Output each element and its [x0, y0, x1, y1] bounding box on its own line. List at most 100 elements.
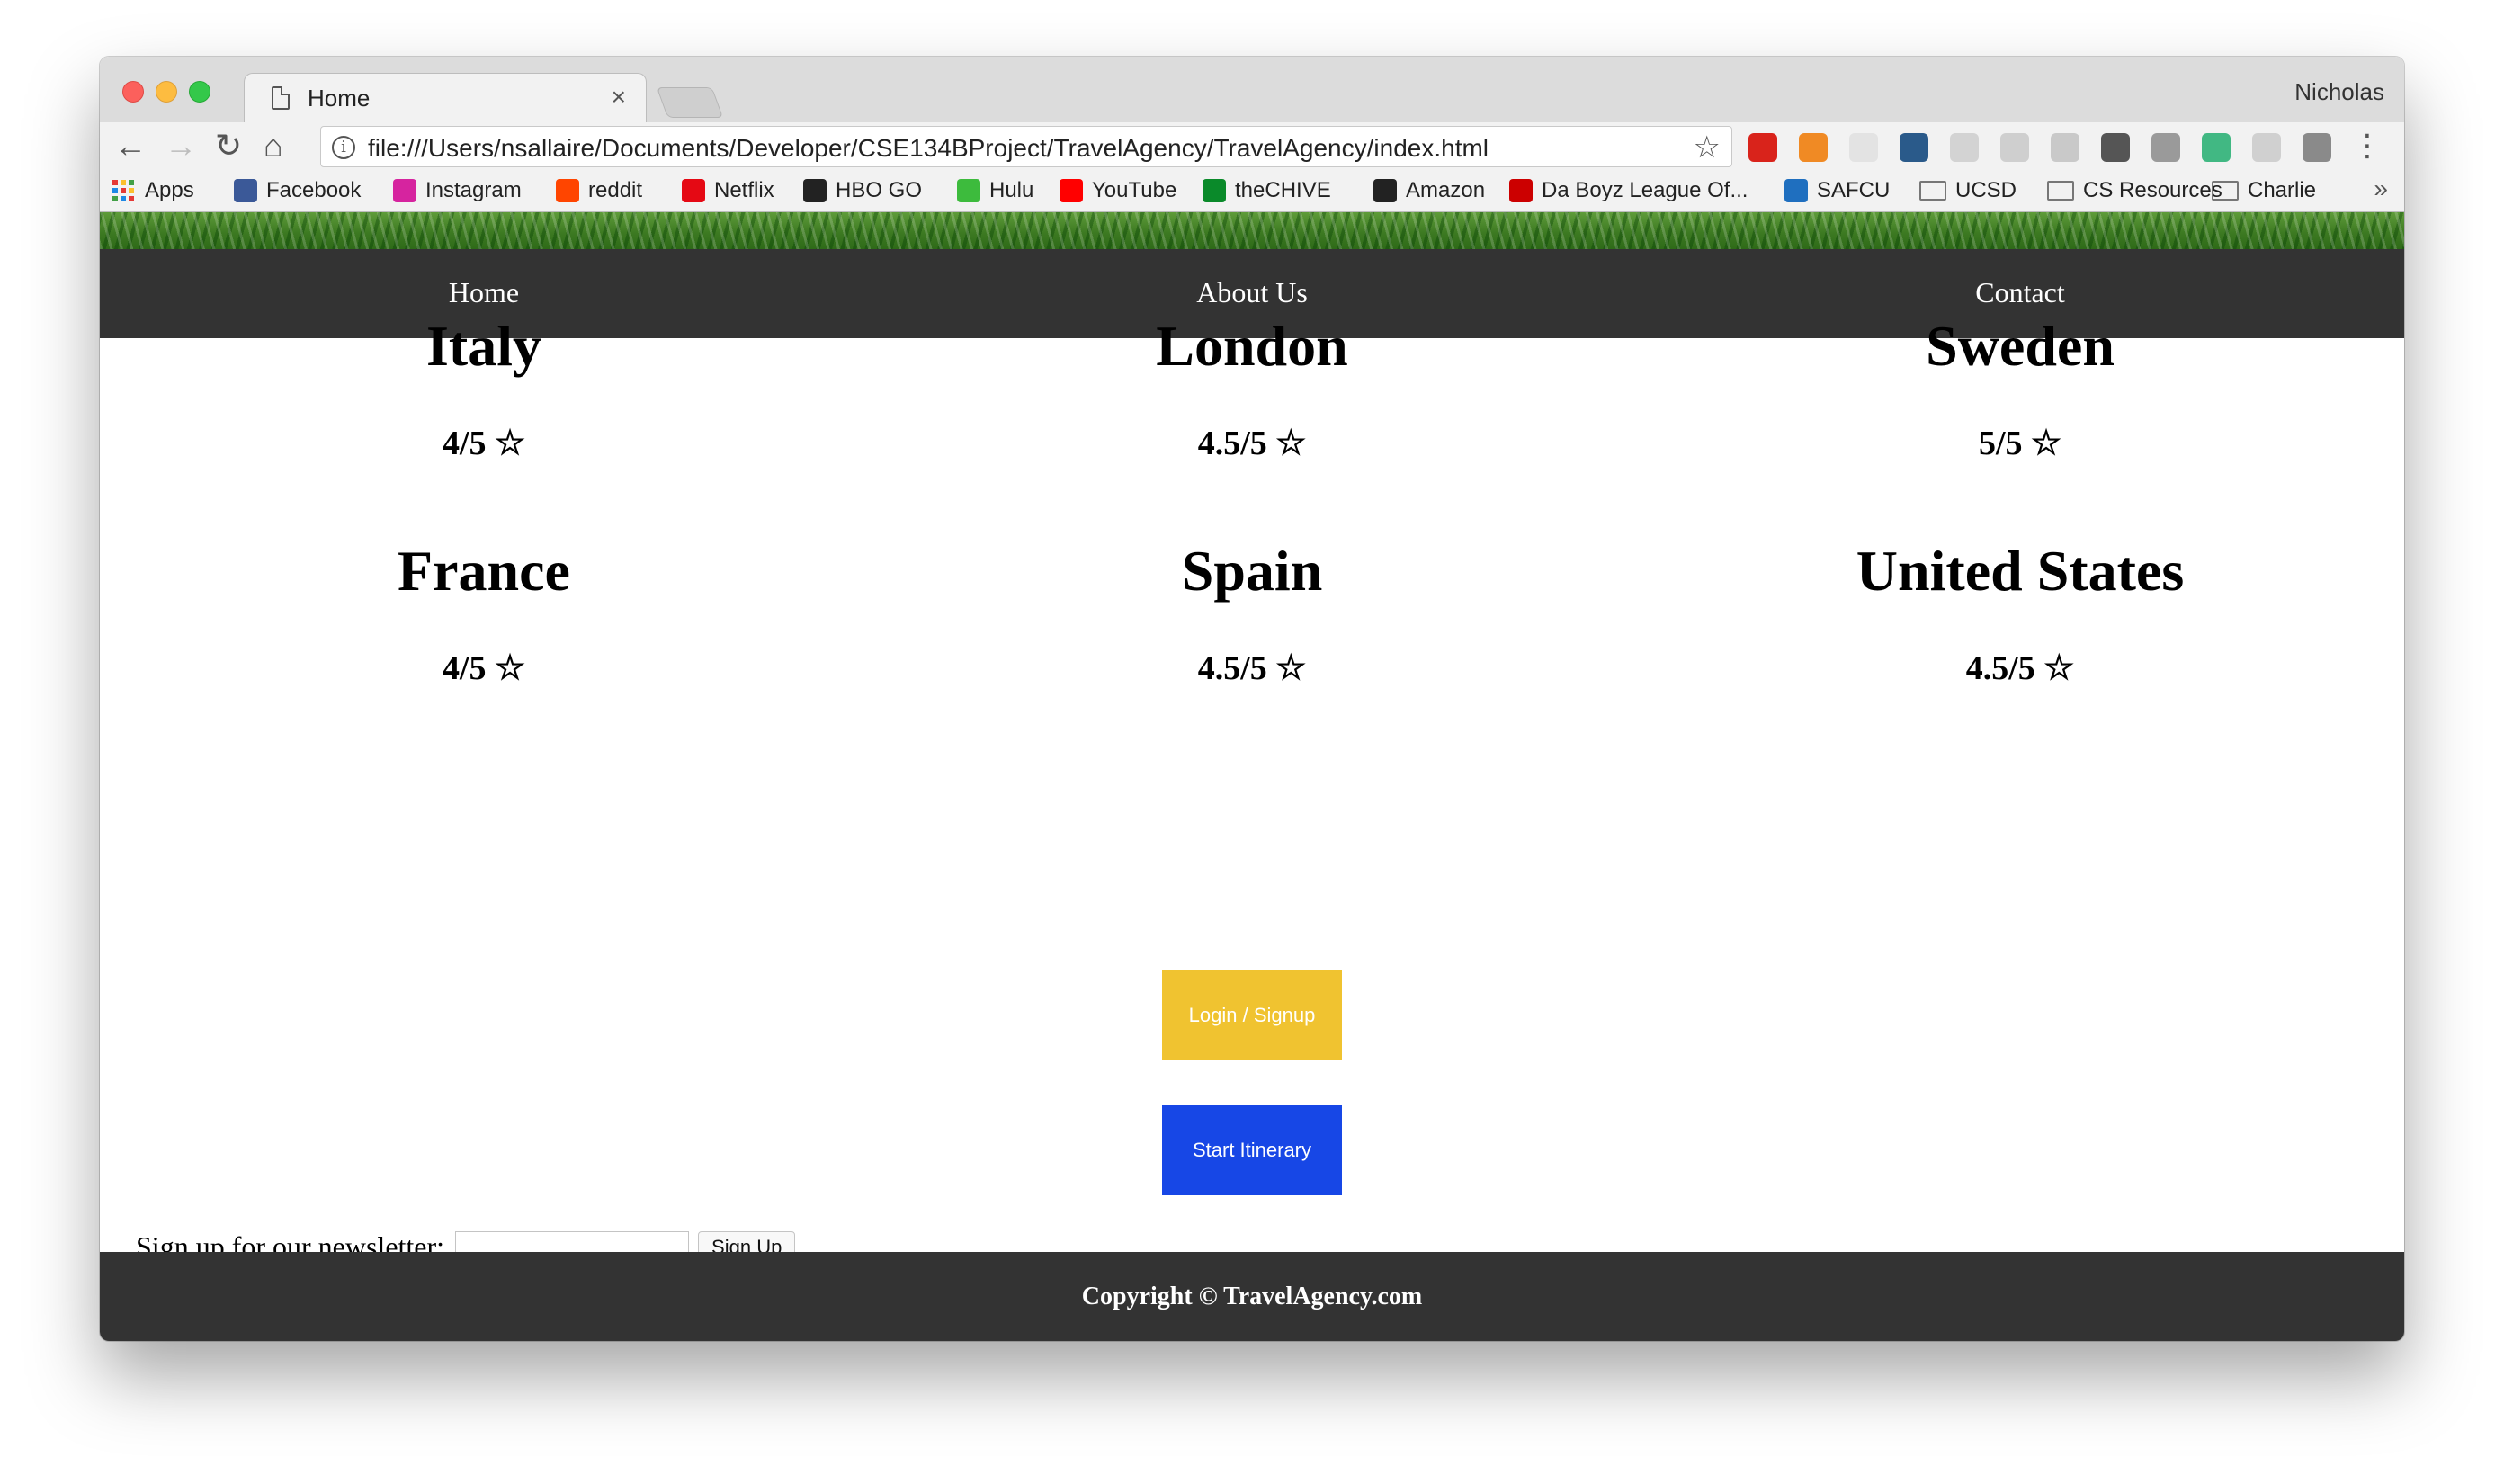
- url-text[interactable]: file:///Users/nsallaire/Documents/Develo…: [368, 134, 1489, 163]
- menu-dots-icon[interactable]: ⋮: [2352, 128, 2383, 164]
- wp-ext-icon[interactable]: [2101, 133, 2130, 162]
- destination-name: London: [1156, 314, 1348, 378]
- home-icon[interactable]: ⌂: [264, 128, 283, 164]
- bookmark-label: Apps: [145, 178, 194, 202]
- react-ext-icon[interactable]: [2252, 133, 2281, 162]
- bookmark-label: Hulu: [989, 178, 1034, 202]
- close-window-button[interactable]: [122, 81, 144, 103]
- bookmark-label: UCSD: [1955, 178, 2017, 202]
- tab-title: Home: [308, 85, 371, 112]
- bookmark-netflix[interactable]: Netflix: [682, 178, 774, 203]
- bookmark-label: reddit: [588, 178, 643, 202]
- bookmark-label: CS Resources: [2083, 178, 2222, 202]
- bookmark-reddit[interactable]: reddit: [556, 178, 642, 203]
- bookmark-charlie[interactable]: Charlie: [2212, 178, 2316, 203]
- bookmark-label: YouTube: [1092, 178, 1177, 202]
- profile-name[interactable]: Nicholas: [2294, 78, 2384, 106]
- gear-ext-icon[interactable]: [1900, 133, 1928, 162]
- page-viewport: Home About Us Contact Italy 4/5 ☆ London…: [100, 212, 2404, 1341]
- info-icon[interactable]: i: [332, 136, 355, 159]
- vue-ext-icon[interactable]: [2202, 133, 2231, 162]
- bookmark-safcu[interactable]: SAFCU: [1784, 178, 1890, 203]
- destination-card: Sweden 5/5 ☆: [1636, 313, 2404, 463]
- bookmarks-bar: Apps Facebook Instagram reddit Netflix HBO GO…: [100, 171, 2404, 212]
- settings-ext-icon[interactable]: [2303, 133, 2331, 162]
- site-favicon-icon: [234, 179, 257, 202]
- bookmark-ucsd[interactable]: UCSD: [1919, 178, 2017, 203]
- browser-window: Home × Nicholas ← → ↻ ⌂ i file:///Users/…: [100, 57, 2404, 1341]
- start-itinerary-button[interactable]: Start Itinerary: [1162, 1105, 1342, 1195]
- apps-grid-icon: [112, 180, 134, 201]
- bookmarks-overflow-icon[interactable]: »: [2374, 174, 2388, 203]
- css-ext-icon[interactable]: [2000, 133, 2029, 162]
- folder-icon: [2212, 181, 2239, 201]
- destination-rating: 4/5 ☆: [442, 425, 526, 462]
- destination-rating: 4.5/5 ☆: [1965, 649, 2075, 687]
- site-favicon-icon: [1060, 179, 1083, 202]
- copyright-text: Copyright © TravelAgency.com: [1081, 1282, 1423, 1310]
- destination-card: Italy 4/5 ☆: [100, 313, 868, 463]
- bookmark-label: Netflix: [714, 178, 774, 202]
- adblock-icon[interactable]: [1748, 133, 1777, 162]
- address-bar[interactable]: i file:///Users/nsallaire/Documents/Deve…: [320, 126, 1732, 167]
- new-tab-button[interactable]: [656, 87, 724, 118]
- site-favicon-icon: [682, 179, 705, 202]
- destination-rating: 5/5 ☆: [1978, 425, 2062, 462]
- bookmark-label: Amazon: [1406, 178, 1486, 202]
- bookmark-hulu[interactable]: Hulu: [957, 178, 1033, 203]
- bookmark-cs-resources[interactable]: CS Resources: [2047, 178, 2222, 203]
- folder-icon: [1919, 181, 1946, 201]
- bookmark-label: Da Boyz League Of...: [1542, 178, 1748, 202]
- destination-name: United States: [1856, 539, 2185, 603]
- bookmark-label: Instagram: [425, 178, 522, 202]
- grid-ext-icon[interactable]: [1950, 133, 1979, 162]
- destination-card: London 4.5/5 ☆: [868, 313, 1636, 463]
- site-favicon-icon: [1784, 179, 1808, 202]
- bookmark-star-icon[interactable]: ☆: [1694, 130, 1721, 165]
- site-favicon-icon: [1203, 179, 1226, 202]
- site-favicon-icon: [957, 179, 980, 202]
- arrow-ext-icon[interactable]: [2151, 133, 2180, 162]
- forward-arrow-icon[interactable]: →: [165, 128, 197, 164]
- folder-icon: [2047, 181, 2074, 201]
- destination-rating: 4.5/5 ☆: [1197, 425, 1307, 462]
- bookmark-youtube[interactable]: YouTube: [1060, 178, 1176, 203]
- nav-contact-link[interactable]: Contact: [1636, 276, 2404, 309]
- bookmark-apps[interactable]: Apps: [112, 178, 194, 203]
- bookmark-label: HBO GO: [836, 178, 923, 202]
- bookmark-label: Charlie: [2248, 178, 2317, 202]
- nav-about-link[interactable]: About Us: [868, 276, 1636, 309]
- bookmark-facebook[interactable]: Facebook: [234, 178, 361, 203]
- bookmark-label: theCHIVE: [1235, 178, 1331, 202]
- site-favicon-icon: [1373, 179, 1397, 202]
- login-signup-button[interactable]: Login / Signup: [1162, 970, 1342, 1060]
- destination-name: Sweden: [1926, 314, 2115, 378]
- bookmark-amazon[interactable]: Amazon: [1373, 178, 1485, 203]
- bookmark-thechive[interactable]: theCHIVE: [1203, 178, 1331, 203]
- tab-close-icon[interactable]: ×: [612, 83, 626, 112]
- minimize-window-button[interactable]: [156, 81, 177, 103]
- bookmark-hbo-go[interactable]: HBO GO: [803, 178, 922, 203]
- destination-card: France 4/5 ☆: [100, 538, 868, 688]
- destination-card: Spain 4.5/5 ☆: [868, 538, 1636, 688]
- reload-icon[interactable]: ↻: [215, 128, 242, 164]
- bookmark-da-boyz-league-of[interactable]: Da Boyz League Of...: [1509, 178, 1748, 203]
- tab-home[interactable]: Home ×: [244, 73, 647, 123]
- bookmark-instagram[interactable]: Instagram: [393, 178, 522, 203]
- site-favicon-icon: [393, 179, 416, 202]
- bookmark-label: Facebook: [266, 178, 362, 202]
- destination-rating: 4/5 ☆: [442, 649, 526, 687]
- destination-name: Spain: [1181, 539, 1323, 603]
- hd-icon[interactable]: [1849, 133, 1878, 162]
- browser-toolbar: ← → ↻ ⌂ i file:///Users/nsallaire/Docume…: [100, 122, 2404, 171]
- grass-banner: [100, 212, 2404, 249]
- destination-name: Italy: [426, 314, 541, 378]
- maximize-window-button[interactable]: [189, 81, 210, 103]
- back-arrow-icon[interactable]: ←: [114, 128, 147, 164]
- nav-home-link[interactable]: Home: [100, 276, 868, 309]
- destination-card: United States 4.5/5 ☆: [1636, 538, 2404, 688]
- site-favicon-icon: [1509, 179, 1533, 202]
- diamond-icon[interactable]: [1799, 133, 1828, 162]
- destination-rating: 4.5/5 ☆: [1197, 649, 1307, 687]
- r-ext-icon[interactable]: [2051, 133, 2079, 162]
